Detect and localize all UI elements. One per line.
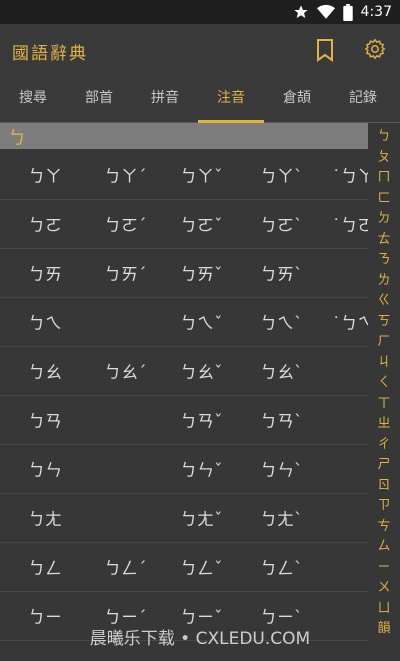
syllable-cell[interactable]: ㄅㄚˋ [260,162,330,187]
star-icon [293,5,308,18]
syllable-row: ㄅㄢ ㄅㄢˇ ㄅㄢˋ [0,395,368,445]
syllable-cell[interactable]: ㄅㄚˇ [180,162,250,187]
syllable-row: ㄅㄠ ㄅㄠˊ ㄅㄠˇ ㄅㄠˋ [0,346,368,396]
index-item[interactable]: ㄔ [368,435,400,454]
syllable-row: ㄅㄟ ㄅㄟˇ ㄅㄟˋ ˙ㄅㄟ [0,297,368,347]
syllable-cell[interactable]: ㄅㄢˋ [260,407,330,432]
syllable-cell[interactable]: ㄅㄛ [28,211,98,236]
syllable-row: ㄅㄤ ㄅㄤˇ ㄅㄤˋ [0,493,368,543]
initial-index-bar[interactable]: ㄅㄆㄇㄈㄉㄊㄋㄌㄍㄎㄏㄐㄑㄒㄓㄔㄕㄖㄗㄘㄙㄧㄨㄩ韻 [368,123,400,661]
syllable-cell[interactable]: ㄅㄤˋ [260,505,330,530]
syllable-cell[interactable]: ㄅㄚ [28,162,98,187]
index-item[interactable]: ㄎ [368,312,400,331]
syllable-row: ㄅㄚ ㄅㄚˊ ㄅㄚˇ ㄅㄚˋ ˙ㄅㄚ [0,150,368,200]
syllable-row: ㄅㄣ ㄅㄣˇ ㄅㄣˋ [0,444,368,494]
index-item[interactable]: ㄋ [368,250,400,269]
syllable-cell[interactable]: ㄅㄚˊ [104,162,174,187]
syllable-cell[interactable]: ㄅㄟˇ [180,309,250,334]
tab-cangjie[interactable]: 倉頡 [264,76,330,122]
tab-search[interactable]: 搜尋 [0,76,66,122]
index-item[interactable]: ㄓ [368,414,400,433]
syllable-cell[interactable]: ㄅㄧˋ [260,603,330,628]
app-bar: 國語辭典 [0,24,400,76]
index-item[interactable]: ㄒ [368,394,400,413]
index-item[interactable]: ㄩ [368,599,400,618]
syllable-cell[interactable]: ㄅㄠˊ [104,358,174,383]
syllable-cell[interactable]: ˙ㄅㄟ [332,309,368,334]
status-time: 4:37 [360,4,392,20]
app-title: 國語辭典 [12,44,88,64]
index-item[interactable]: ㄆ [368,148,400,167]
syllable-cell[interactable]: ㄅㄛˇ [180,211,250,236]
tab-zhuyin[interactable]: 注音 [198,76,264,123]
syllable-cell[interactable]: ㄅㄢˇ [180,407,250,432]
index-item[interactable]: ㄑ [368,373,400,392]
bookmark-button[interactable] [315,38,335,62]
syllable-row: ㄅㄞ ㄅㄞˊ ㄅㄞˇ ㄅㄞˋ [0,248,368,298]
syllable-grid: ㄅㄚ ㄅㄚˊ ㄅㄚˇ ㄅㄚˋ ˙ㄅㄚ ㄅㄛ ㄅㄛˊ ㄅㄛˇ ㄅㄛˋ ˙ㄅㄛ ㄅㄞ ㄅㄞˊ ㄅㄞˇ ㄅㄞˋ ㄅ… [0,150,368,661]
syllable-cell[interactable]: ㄅㄠˇ [180,358,250,383]
index-item[interactable]: ㄕ [368,455,400,474]
index-item[interactable]: ㄗ [368,496,400,515]
syllable-cell[interactable]: ㄅㄣ [28,456,98,481]
tab-pinyin[interactable]: 拼音 [132,76,198,122]
syllable-cell[interactable]: ㄅㄤ [28,505,98,530]
gear-icon [364,38,386,60]
index-item[interactable]: ㄇ [368,168,400,187]
wifi-icon [316,4,335,19]
syllable-cell[interactable]: ˙ㄅㄚ [332,162,368,187]
watermark: 晨曦乐下载 • CXLEDU.COM [89,629,311,649]
syllable-cell[interactable]: ˙ㄅㄛ [332,211,368,236]
syllable-cell[interactable]: ㄅㄞˋ [260,260,330,285]
syllable-cell[interactable]: ㄅㄤˇ [180,505,250,530]
tab-bar: 搜尋 部首 拼音 注音 倉頡 記錄 [0,76,400,123]
syllable-cell[interactable]: ㄅㄧˇ [180,603,250,628]
syllable-cell[interactable]: ㄅㄞ [28,260,98,285]
index-item[interactable]: ㄨ [368,578,400,597]
current-initial-header: ㄅ [0,123,368,149]
syllable-cell[interactable]: ㄅㄥˋ [260,554,330,579]
index-item[interactable]: ㄖ [368,476,400,495]
index-item[interactable]: ㄏ [368,332,400,351]
index-item[interactable]: ㄍ [368,291,400,310]
syllable-cell[interactable]: ㄅㄢ [28,407,98,432]
index-item[interactable]: ㄧ [368,558,400,577]
index-item[interactable]: ㄙ [368,537,400,556]
battery-icon [342,3,353,21]
syllable-cell[interactable]: ㄅㄣˋ [260,456,330,481]
tab-radical[interactable]: 部首 [66,76,132,122]
syllable-cell[interactable]: ㄅㄞˊ [104,260,174,285]
index-item[interactable]: ㄅ [368,127,400,146]
index-item[interactable]: ㄈ [368,189,400,208]
index-item[interactable]: ㄘ [368,517,400,536]
index-item[interactable]: ㄌ [368,271,400,290]
syllable-cell[interactable]: ㄅㄥˇ [180,554,250,579]
index-item[interactable]: ㄉ [368,209,400,228]
syllable-cell[interactable]: ㄅㄟˋ [260,309,330,334]
index-item[interactable]: ㄐ [368,353,400,372]
index-item[interactable]: ㄊ [368,230,400,249]
syllable-cell[interactable]: ㄅㄠ [28,358,98,383]
syllable-cell[interactable]: ㄅㄛˋ [260,211,330,236]
status-icons: 4:37 [293,3,392,21]
syllable-cell[interactable]: ㄅㄠˋ [260,358,330,383]
syllable-cell[interactable]: ㄅㄧ [28,603,98,628]
bookmark-icon [317,39,333,62]
tab-history[interactable]: 記錄 [330,76,396,122]
current-initial-label: ㄅ [8,128,26,149]
syllable-cell[interactable]: ㄅㄟ [28,309,98,334]
syllable-cell[interactable]: ㄅㄧˊ [104,603,174,628]
syllable-cell[interactable]: ㄅㄞˇ [180,260,250,285]
syllable-cell[interactable]: ㄅㄥˊ [104,554,174,579]
settings-button[interactable] [364,38,386,60]
syllable-row: ㄅㄛ ㄅㄛˊ ㄅㄛˇ ㄅㄛˋ ˙ㄅㄛ [0,199,368,249]
syllable-cell[interactable]: ㄅㄥ [28,554,98,579]
syllable-cell[interactable]: ㄅㄣˇ [180,456,250,481]
syllable-row: ㄅㄥ ㄅㄥˊ ㄅㄥˇ ㄅㄥˋ [0,542,368,592]
status-bar: 4:37 [0,0,400,24]
syllable-cell[interactable]: ㄅㄛˊ [104,211,174,236]
